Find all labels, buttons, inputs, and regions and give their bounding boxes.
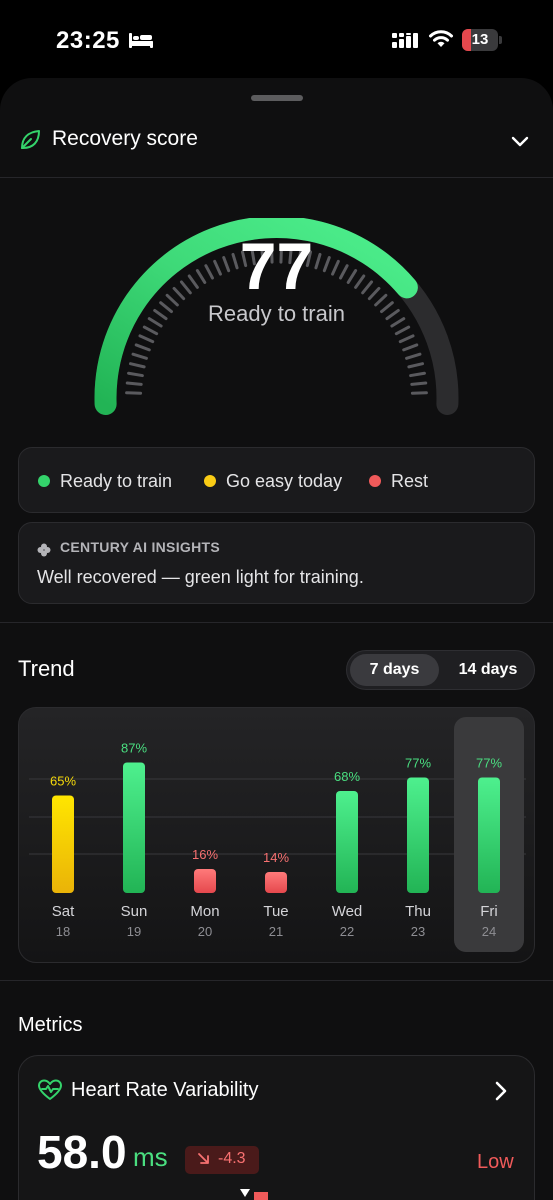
bar-value-label: 65% (50, 774, 76, 789)
bar-tue[interactable] (265, 872, 287, 893)
gauge-tick (410, 381, 428, 386)
cellular-signal-icon (392, 33, 418, 48)
bar-value-label: 14% (263, 850, 289, 865)
gauge-tick (138, 334, 155, 344)
wifi-icon (429, 30, 453, 47)
gauge-tick (128, 362, 146, 369)
metrics-title: Metrics (18, 1014, 83, 1036)
battery-icon: 13 (462, 29, 502, 51)
x-tick-date: 21 (269, 924, 283, 939)
bar-value-label: 87% (121, 741, 147, 756)
bar-mon[interactable] (194, 869, 216, 893)
hrv-value: 58.0 (37, 1126, 127, 1178)
chevron-right-icon[interactable] (493, 1080, 509, 1102)
x-tick-day: Thu (405, 903, 431, 920)
hrv-status: Low (477, 1151, 514, 1173)
legend-label: Rest (391, 470, 429, 491)
toggle-14-days[interactable]: 14 days (443, 654, 533, 686)
hrv-delta-value: -4.3 (218, 1150, 246, 1167)
x-tick-date: 24 (482, 924, 496, 939)
toggle-7-days[interactable]: 7 days (350, 654, 439, 686)
x-tick-day: Mon (190, 903, 219, 920)
trend-chart-card: 65% Sat 18 87% Sun 19 16% Mon 20 14% Tue 21 68% Wed 22… (18, 707, 535, 963)
gauge-tick (131, 352, 148, 360)
legend-item-rest: Rest (369, 470, 428, 492)
gauge-tick (134, 343, 151, 352)
gauge-tick (402, 343, 419, 352)
status-bar: 23:25 13 (0, 0, 553, 80)
chevron-down-icon[interactable] (509, 130, 531, 152)
x-tick-day: Sun (121, 903, 148, 920)
legend-item-go-easy: Go easy today (204, 470, 342, 492)
recovery-sheet: Recovery score 77 Ready to train Ready t… (0, 78, 553, 1200)
bar-thu[interactable] (407, 777, 429, 894)
bed-icon (129, 33, 153, 48)
divider (0, 980, 553, 981)
gauge-tick (125, 381, 143, 386)
gauge-tick (409, 371, 426, 378)
x-tick-day: Sat (52, 903, 75, 920)
recovery-legend: Ready to train Go easy today Rest (18, 447, 535, 513)
bar-sun[interactable] (123, 762, 145, 894)
x-tick-date: 18 (56, 924, 70, 939)
hrv-delta-badge: -4.3 (185, 1146, 259, 1174)
x-tick-date: 23 (411, 924, 425, 939)
bar-sat[interactable] (52, 795, 74, 894)
gauge-tick (405, 352, 422, 360)
bar-value-label: 77% (405, 756, 431, 771)
trend-chart: 65% Sat 18 87% Sun 19 16% Mon 20 14% Tue 21 68% Wed 22… (29, 717, 526, 952)
legend-label: Ready to train (60, 470, 173, 491)
red-dot-icon (369, 475, 381, 487)
insights-text: Well recovered — green light for trainin… (37, 567, 364, 587)
yellow-dot-icon (204, 475, 216, 487)
x-tick-day: Wed (332, 903, 363, 920)
recovery-score-label: Ready to train (208, 301, 345, 326)
arrow-down-right-icon (198, 1153, 209, 1164)
insights-title: CENTURY AI INSIGHTS (60, 539, 220, 555)
legend-item-ready: Ready to train (38, 470, 172, 492)
divider (0, 177, 553, 178)
page-title: Recovery score (52, 127, 198, 150)
sheet-grabber[interactable] (251, 95, 303, 101)
x-tick-date: 19 (127, 924, 141, 939)
x-tick-day: Fri (480, 903, 498, 920)
legend-label: Go easy today (226, 470, 343, 491)
bar-value-label: 68% (334, 769, 360, 784)
hrv-title: Heart Rate Variability (71, 1079, 259, 1101)
hrv-unit: ms (133, 1142, 168, 1172)
bar-wed[interactable] (336, 791, 358, 893)
recovery-score-value: 77 (239, 229, 314, 303)
sparkle-icon (37, 543, 51, 557)
trend-range-toggle: 7 days 14 days (346, 650, 535, 690)
x-tick-date: 20 (198, 924, 212, 939)
trend-title: Trend (18, 656, 75, 681)
gauge-tick (127, 371, 144, 378)
leaf-icon (21, 130, 40, 149)
ai-insights-card[interactable]: CENTURY AI INSIGHTS Well recovered — gre… (18, 522, 535, 604)
status-time: 23:25 (56, 27, 120, 54)
x-tick-day: Tue (263, 903, 288, 920)
hrv-card[interactable]: Heart Rate Variability 58.0 ms -4.3 Low (18, 1055, 535, 1200)
gauge-tick (394, 325, 411, 336)
recovery-header[interactable]: Recovery score (0, 114, 553, 170)
bar-fri[interactable] (478, 777, 500, 894)
bar-value-label: 16% (192, 847, 218, 862)
gauge-tick (398, 334, 415, 344)
divider (0, 622, 553, 623)
gauge-tick (407, 362, 425, 369)
green-dot-icon (38, 475, 50, 487)
heart-pulse-icon (38, 1079, 62, 1100)
x-tick-date: 22 (340, 924, 354, 939)
range-marker-icon (240, 1189, 268, 1200)
bar-value-label: 77% (476, 756, 502, 771)
gauge-tick (142, 325, 159, 336)
battery-level: 13 (471, 31, 489, 48)
